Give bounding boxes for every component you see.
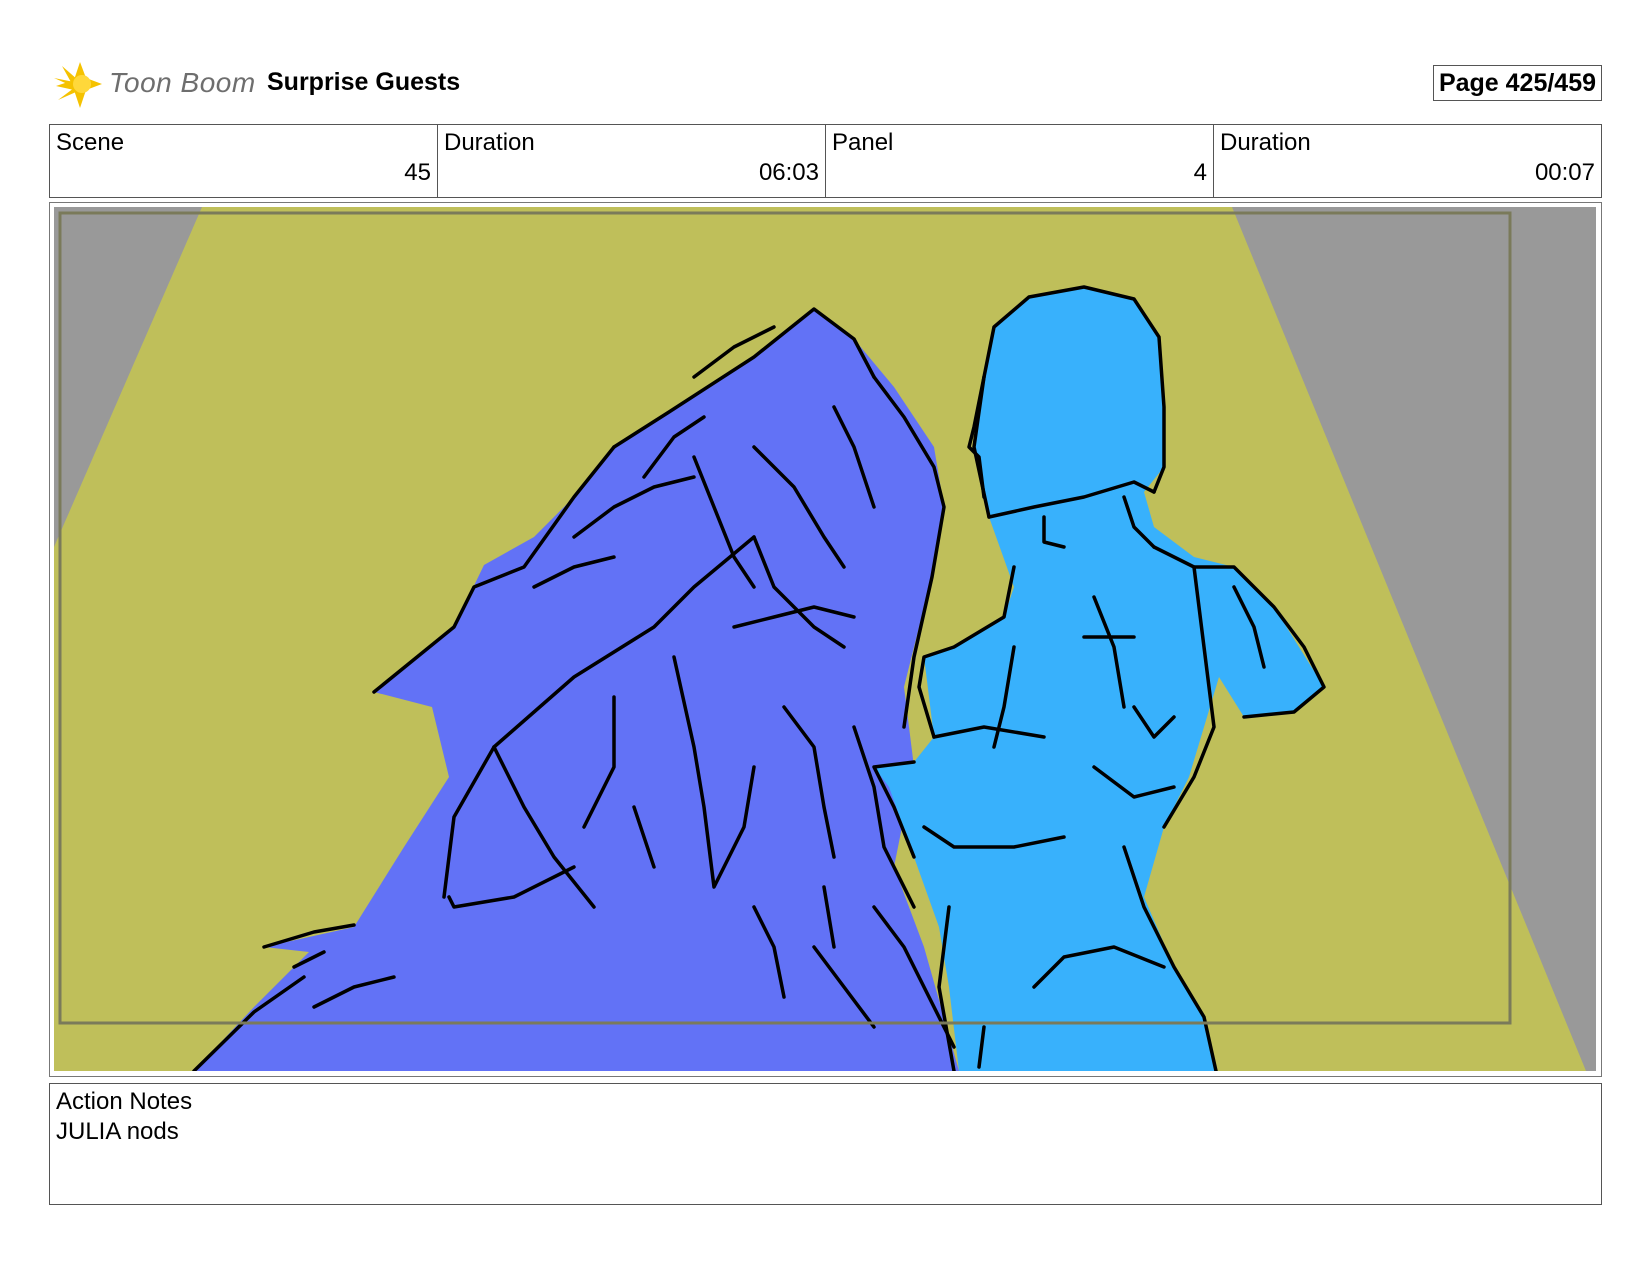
document-title: Surprise Guests: [267, 68, 461, 96]
scene-cell: Scene 45: [50, 125, 438, 197]
panel-value: 4: [1193, 159, 1207, 186]
page-number: Page 425/459: [1433, 65, 1602, 101]
panel-label: Panel: [832, 129, 894, 156]
scene-duration-value: 06:03: [758, 159, 819, 186]
scene-duration-cell: Duration 06:03: [438, 125, 826, 197]
scene-value: 45: [404, 159, 431, 186]
starburst-icon: [54, 62, 102, 108]
panel-duration-label: Duration: [1220, 129, 1311, 156]
scene-label: Scene: [56, 129, 125, 156]
scene-duration-label: Duration: [444, 129, 535, 156]
panel-duration-value: 00:07: [1534, 159, 1595, 186]
toon-boom-logo: Toon Boom: [52, 56, 255, 112]
panel-duration-cell: Duration 00:07: [1214, 125, 1601, 197]
action-notes-text: JULIA nods: [56, 1118, 179, 1145]
storyboard-panel: [49, 202, 1602, 1077]
action-notes-label: Action Notes: [56, 1088, 193, 1115]
panel-drawing: [54, 207, 1596, 1071]
brand-name: Toon Boom: [109, 67, 256, 98]
action-notes-box: Action Notes JULIA nods: [49, 1083, 1602, 1205]
scene-info-table: Scene 45 Duration 06:03 Panel 4 Duration…: [49, 124, 1602, 198]
panel-cell: Panel 4: [826, 125, 1214, 197]
